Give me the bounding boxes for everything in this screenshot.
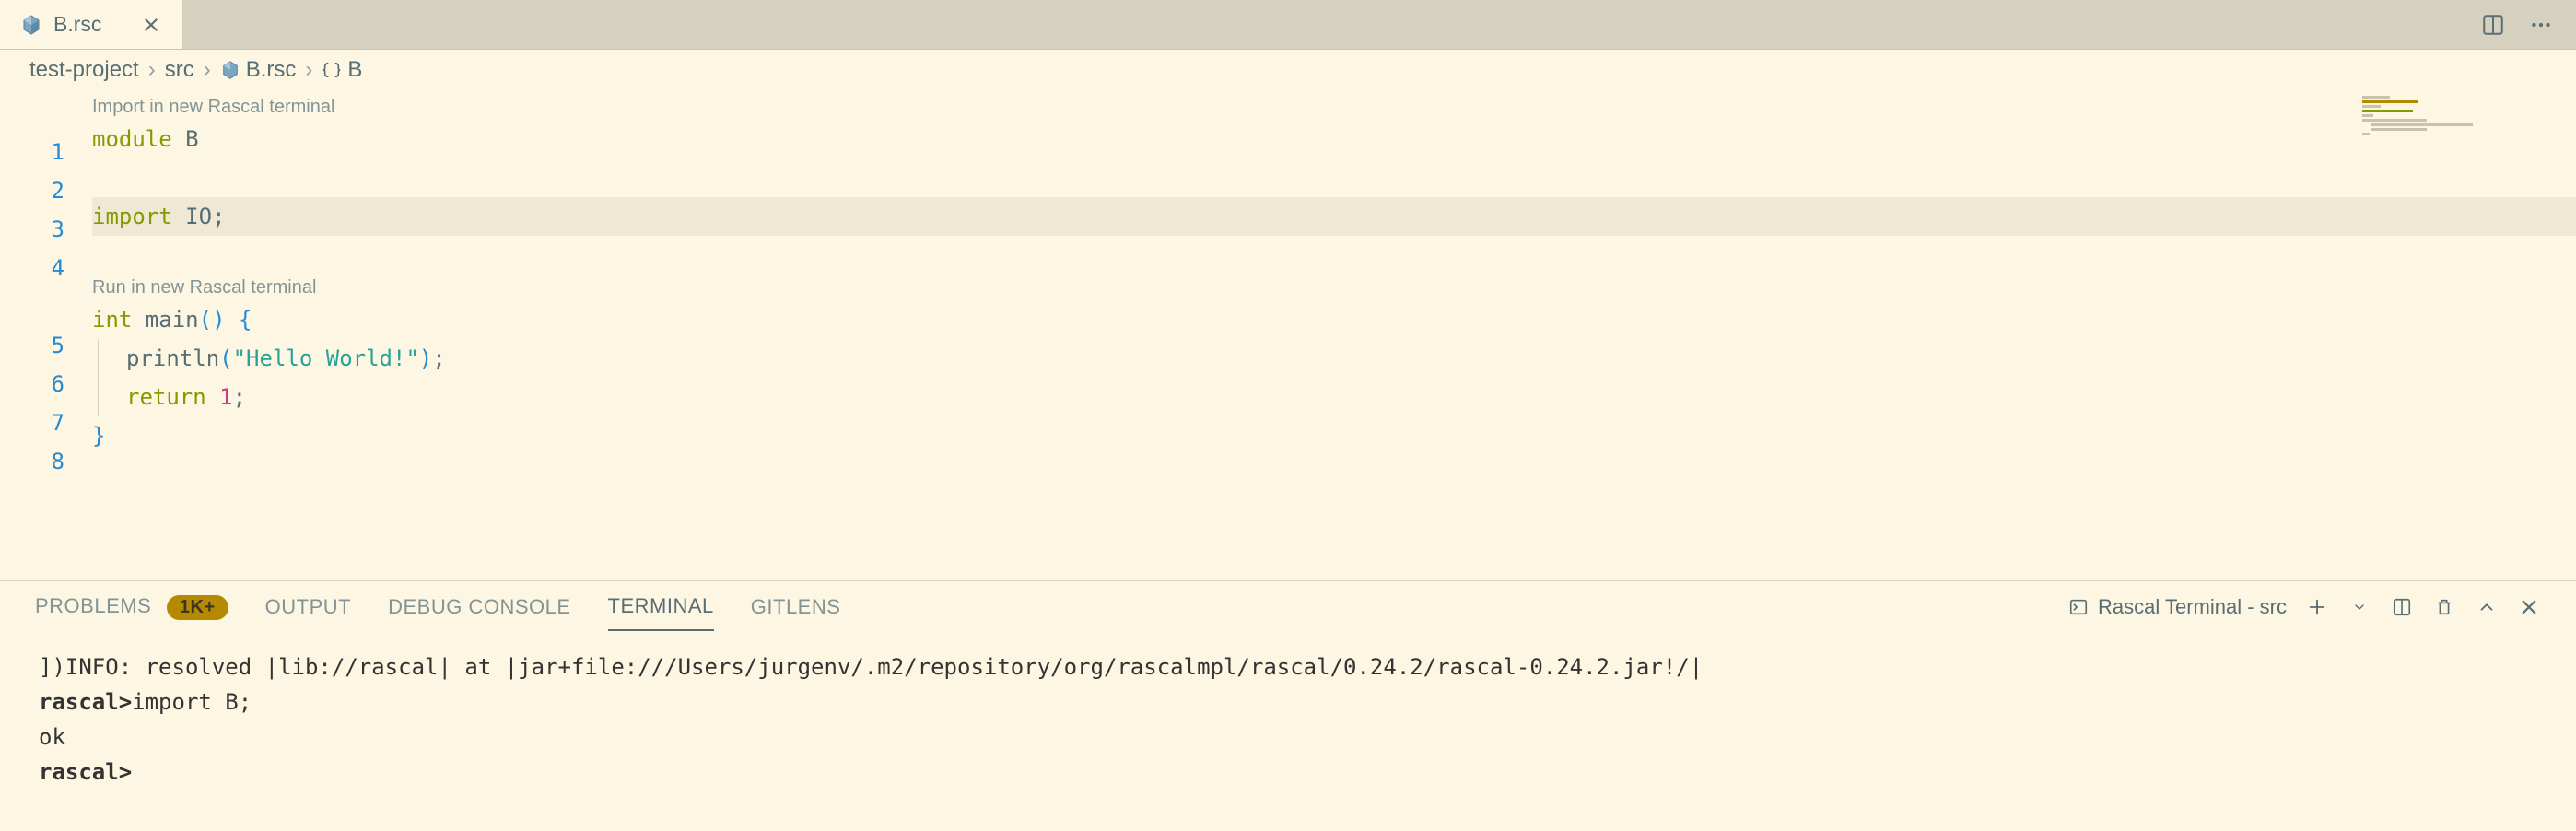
code-line-current[interactable]: import IO; xyxy=(92,197,2576,236)
terminal-line: rascal> xyxy=(39,755,2537,790)
code-line[interactable]: module B xyxy=(92,120,2576,158)
line-number: 8 xyxy=(0,442,92,481)
breadcrumb-separator: › xyxy=(145,57,159,83)
terminal-name-label: Rascal Terminal - src xyxy=(2098,595,2287,619)
code-line[interactable] xyxy=(92,236,2576,275)
more-actions-icon[interactable] xyxy=(2528,12,2554,38)
panel-tab-debug-console[interactable]: DEBUG CONSOLE xyxy=(388,584,570,630)
panel-actions: Rascal Terminal - src xyxy=(2068,595,2541,619)
line-number: 1 xyxy=(0,133,92,171)
code-line[interactable]: println("Hello World!"); xyxy=(92,339,2576,378)
terminal-line: ])INFO: resolved |lib://rascal| at |jar+… xyxy=(39,650,2537,685)
code-line[interactable]: int main() { xyxy=(92,300,2576,339)
breadcrumb[interactable]: test-project › src › B.rsc › B xyxy=(0,50,2576,90)
terminal-command: import B; xyxy=(132,689,252,715)
rascal-file-icon xyxy=(20,14,42,36)
codelens-import-terminal[interactable]: Import in new Rascal terminal xyxy=(92,94,2576,120)
close-tab-button[interactable] xyxy=(140,14,162,36)
line-number-gutter: . 1 2 3 4 . 5 6 7 8 xyxy=(0,90,92,580)
split-terminal-button[interactable] xyxy=(2390,595,2414,619)
breadcrumb-segment-project[interactable]: test-project xyxy=(29,57,139,83)
code-line[interactable] xyxy=(92,158,2576,197)
line-number: 6 xyxy=(0,365,92,404)
breadcrumb-segment-symbol[interactable]: B xyxy=(347,57,362,83)
breadcrumb-separator: › xyxy=(301,57,316,83)
terminal-selector[interactable]: Rascal Terminal - src xyxy=(2068,595,2287,619)
bottom-panel: PROBLEMS 1K+ OUTPUT DEBUG CONSOLE TERMIN… xyxy=(0,580,2576,799)
panel-tab-gitlens[interactable]: GITLENS xyxy=(751,584,841,630)
panel-tab-problems[interactable]: PROBLEMS 1K+ xyxy=(35,583,228,631)
terminal-line: rascal>import B; xyxy=(39,685,2537,720)
problems-count-badge: 1K+ xyxy=(167,595,228,620)
terminal-line: ok xyxy=(39,720,2537,755)
breadcrumb-segment-src[interactable]: src xyxy=(165,57,194,83)
terminal-output[interactable]: ])INFO: resolved |lib://rascal| at |jar+… xyxy=(0,633,2576,799)
code-editor[interactable]: . 1 2 3 4 . 5 6 7 8 Import in new Rascal… xyxy=(0,90,2576,580)
panel-tab-output[interactable]: OUTPUT xyxy=(265,584,351,630)
terminal-shell-icon xyxy=(2068,597,2089,617)
code-area[interactable]: Import in new Rascal terminal module B i… xyxy=(92,90,2576,580)
maximize-panel-button[interactable] xyxy=(2475,595,2499,619)
kill-terminal-button[interactable] xyxy=(2432,595,2456,619)
new-terminal-button[interactable] xyxy=(2305,595,2329,619)
line-number: 2 xyxy=(0,171,92,210)
rascal-file-icon xyxy=(220,60,240,80)
panel-tab-terminal[interactable]: TERMINAL xyxy=(608,583,714,631)
breadcrumb-segment-file[interactable]: B.rsc xyxy=(246,57,297,83)
line-number: 7 xyxy=(0,404,92,442)
editor-tab-b-rsc[interactable]: B.rsc xyxy=(0,0,183,49)
panel-tabbar: PROBLEMS 1K+ OUTPUT DEBUG CONSOLE TERMIN… xyxy=(0,581,2576,633)
terminal-prompt: rascal> xyxy=(39,759,132,785)
editor-title-actions xyxy=(2458,0,2576,49)
namespace-icon xyxy=(322,60,342,80)
line-number: 4 xyxy=(0,249,92,287)
editor-tab-label: B.rsc xyxy=(53,12,101,37)
panel-tab-label: PROBLEMS xyxy=(35,594,151,617)
split-editor-icon[interactable] xyxy=(2480,12,2506,38)
line-number: 5 xyxy=(0,326,92,365)
line-number: 3 xyxy=(0,210,92,249)
code-line[interactable]: return 1; xyxy=(92,378,2576,416)
close-panel-button[interactable] xyxy=(2517,595,2541,619)
terminal-dropdown-button[interactable] xyxy=(2348,595,2371,619)
breadcrumb-separator: › xyxy=(200,57,215,83)
editor-tabbar: B.rsc xyxy=(0,0,2576,50)
codelens-run-terminal[interactable]: Run in new Rascal terminal xyxy=(92,275,2576,300)
terminal-prompt: rascal> xyxy=(39,689,132,715)
code-line[interactable]: } xyxy=(92,416,2576,455)
